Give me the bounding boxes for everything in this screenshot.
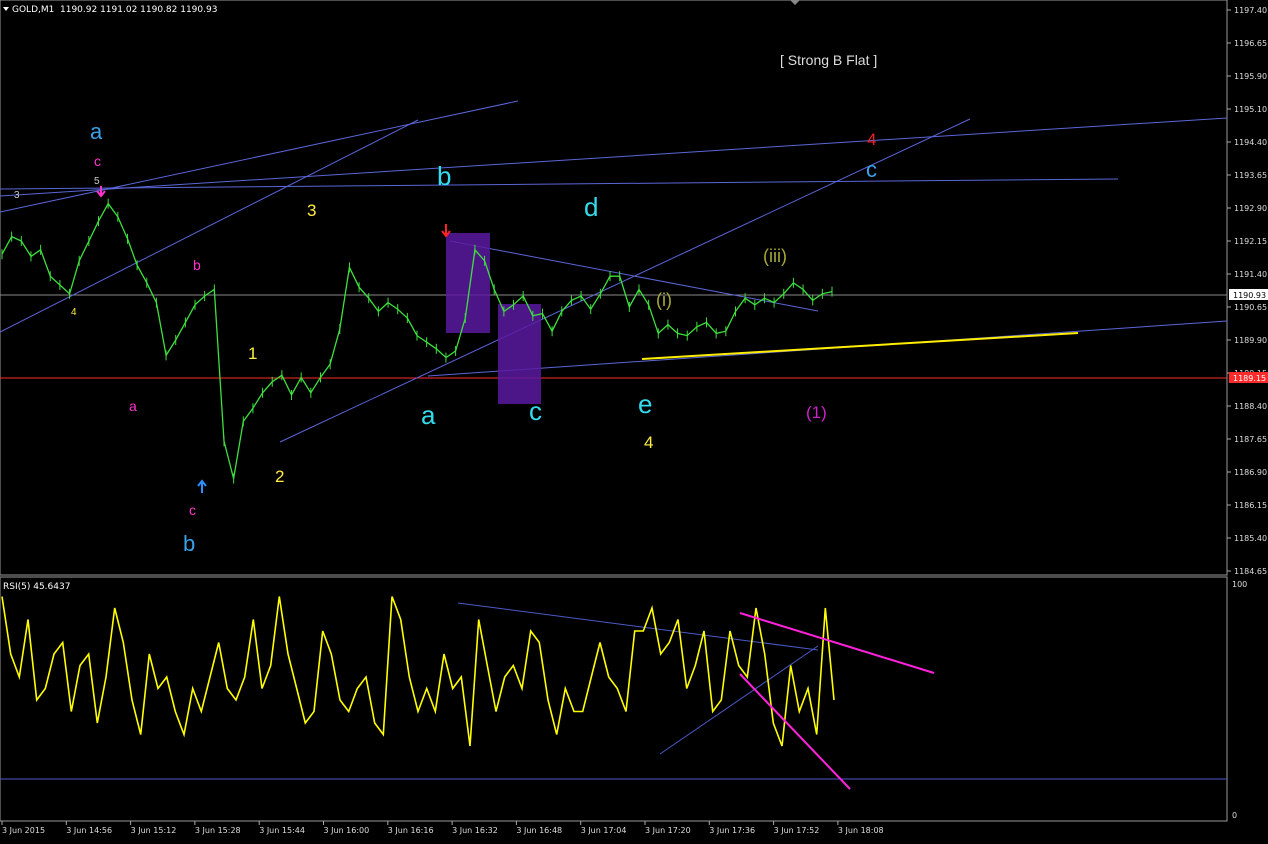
wave-label: 5 xyxy=(94,176,100,187)
ref-price-tag: 1189.15 xyxy=(1229,372,1268,383)
trendline-left-diag xyxy=(0,119,419,333)
wave-label: 3 xyxy=(14,190,20,201)
wave-labels: a c 5 3 4 b a c b 1 2 3 b a c d e 4 (i) … xyxy=(14,119,877,556)
wave-label: 4 xyxy=(867,130,876,149)
wave-label: b xyxy=(183,531,195,556)
zone-box-1 xyxy=(446,233,490,333)
wave-label: b xyxy=(193,257,201,273)
price-tick-label: 1185.40 xyxy=(1234,534,1267,543)
wave-label: (iii) xyxy=(763,246,787,266)
wave-label: 2 xyxy=(275,467,284,486)
symbol-header: GOLD,M1 1190.92 1191.02 1190.82 1190.93 xyxy=(3,5,217,15)
up-arrow-icon xyxy=(197,479,207,493)
time-tick-label: 3 Jun 16:00 xyxy=(324,826,370,835)
price-tick-label: 1193.65 xyxy=(1234,171,1267,180)
wave-label: c xyxy=(94,153,101,169)
price-line xyxy=(1,202,833,479)
wave-label: a xyxy=(129,398,137,414)
wave-label: 4 xyxy=(71,307,77,318)
price-tick-label: 1195.90 xyxy=(1234,72,1267,81)
current-price-tag: 1190.93 xyxy=(1229,289,1268,300)
price-tick-label: 1195.10 xyxy=(1234,105,1267,114)
wave-label: 1 xyxy=(248,344,257,363)
wave-label: (1) xyxy=(806,403,827,422)
rsi-wedge-upper xyxy=(739,612,935,674)
rsi-trendlines xyxy=(457,602,819,755)
price-tick-label: 1196.65 xyxy=(1234,39,1267,48)
time-tick-label: 3 Jun 17:20 xyxy=(645,826,691,835)
wave-label: e xyxy=(638,389,652,419)
time-tick-label: 3 Jun 17:04 xyxy=(581,826,627,835)
wave-label: 3 xyxy=(307,201,316,220)
scroll-marker-icon xyxy=(790,0,800,5)
current-price-value: 1190.93 xyxy=(1233,291,1266,300)
time-tick-label: 3 Jun 15:12 xyxy=(131,826,177,835)
trendline-long xyxy=(0,117,1228,197)
down-arrow-icon xyxy=(96,186,106,198)
price-tick-label: 1191.40 xyxy=(1234,270,1267,279)
trendlines xyxy=(0,100,1228,443)
time-tick-label: 3 Jun 16:32 xyxy=(452,826,498,835)
symbol-label: GOLD,M1 xyxy=(12,5,54,15)
time-tick-label: 3 Jun 15:28 xyxy=(195,826,241,835)
rsi-line xyxy=(1,596,835,747)
rsi-label: RSI(5) 45.6437 xyxy=(3,582,70,592)
wave-label: c xyxy=(189,502,196,518)
rsi-trendline-upper xyxy=(457,602,819,651)
time-tick-label: 3 Jun 17:36 xyxy=(709,826,755,835)
wave-label: a xyxy=(90,119,103,144)
wave-label: a xyxy=(421,400,436,430)
trendline-upper-steep xyxy=(0,100,519,213)
time-tick-label: 3 Jun 14:56 xyxy=(66,826,112,835)
price-tick-label: 1190.65 xyxy=(1234,303,1267,312)
wave-label: (i) xyxy=(656,290,672,310)
rsi-wedge xyxy=(739,612,935,790)
time-tick-label: 3 Jun 16:48 xyxy=(516,826,562,835)
chart-svg: GOLD,M1 1190.92 1191.02 1190.82 1190.93 … xyxy=(0,0,1268,835)
collapse-arrow-icon[interactable] xyxy=(3,7,9,11)
time-tick-label: 3 Jun 15:44 xyxy=(259,826,305,835)
wave-label: d xyxy=(584,192,598,222)
rsi-panel-frame xyxy=(0,576,1228,822)
wave-label: 4 xyxy=(644,433,653,452)
price-tick-label: 1194.40 xyxy=(1234,138,1267,147)
rsi-min-label: 0 xyxy=(1232,811,1237,820)
rsi-max-label: 100 xyxy=(1232,580,1247,589)
time-tick-label: 3 Jun 17:52 xyxy=(774,826,820,835)
wave-label: c xyxy=(866,157,877,182)
annotation-title: [ Strong B Flat ] xyxy=(780,52,877,68)
price-tick-label: 1186.15 xyxy=(1234,501,1267,510)
time-tick-label: 3 Jun 16:16 xyxy=(388,826,434,835)
yellow-support-line xyxy=(641,332,1079,360)
price-tick-label: 1192.90 xyxy=(1234,204,1267,213)
ohlc-values: 1190.92 1191.02 1190.82 1190.93 xyxy=(60,5,217,15)
ref-price-value: 1189.15 xyxy=(1233,374,1266,383)
trendline-horizontal xyxy=(0,178,1119,190)
price-tick-label: 1188.40 xyxy=(1234,402,1267,411)
price-tick-label: 1187.65 xyxy=(1234,435,1267,444)
price-tick-label: 1197.40 xyxy=(1234,6,1267,15)
rsi-series xyxy=(1,596,835,747)
wave-label: b xyxy=(437,161,451,191)
price-panel-frame xyxy=(0,0,1228,576)
price-tick-label: 1186.90 xyxy=(1234,468,1267,477)
zone-box-2 xyxy=(498,304,541,404)
price-tick-label: 1189.90 xyxy=(1234,336,1267,345)
price-tick-label: 1184.65 xyxy=(1234,567,1267,576)
wave-label: c xyxy=(529,396,542,426)
time-axis: 3 Jun 2015 3 Jun 14:56 3 Jun 15:12 3 Jun 15… xyxy=(1,821,884,835)
time-tick-label: 3 Jun 18:08 xyxy=(838,826,884,835)
time-tick-label: 3 Jun 2015 xyxy=(2,826,45,835)
price-tick-label: 1192.15 xyxy=(1234,237,1267,246)
